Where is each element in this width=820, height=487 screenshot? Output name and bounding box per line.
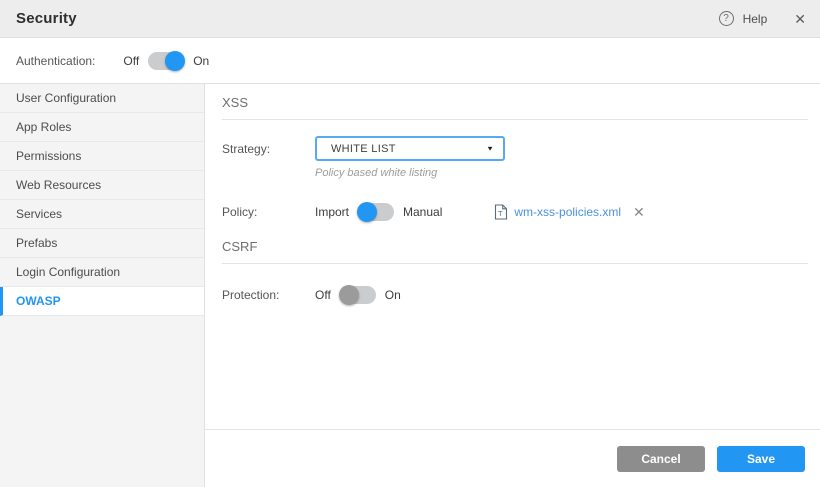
policy-label: Policy: bbox=[222, 205, 315, 219]
policy-toggle[interactable] bbox=[358, 203, 394, 221]
help-link[interactable]: Help bbox=[743, 12, 768, 26]
sidebar-item-user-configuration[interactable]: User Configuration bbox=[0, 84, 204, 113]
strategy-selected-value: WHITE LIST bbox=[331, 143, 396, 155]
authentication-toggle[interactable] bbox=[148, 52, 184, 70]
owasp-form: XSS Strategy: WHITE LIST ▼ Policy based … bbox=[205, 84, 820, 429]
protection-on-label: On bbox=[385, 288, 401, 302]
csrf-section-title: CSRF bbox=[222, 239, 808, 254]
sidebar-item-prefabs[interactable]: Prefabs bbox=[0, 229, 204, 258]
remove-file-icon[interactable]: ✕ bbox=[633, 205, 645, 219]
xml-file-icon: T bbox=[494, 204, 508, 220]
dialog-footer: Cancel Save bbox=[205, 429, 820, 487]
policy-file-group: T wm-xss-policies.xml ✕ bbox=[494, 204, 644, 220]
policy-manual-label: Manual bbox=[403, 205, 442, 219]
security-dialog: Security ? Help ✕ Authentication: Off On… bbox=[0, 0, 820, 487]
protection-off-label: Off bbox=[315, 288, 331, 302]
strategy-row: Strategy: WHITE LIST ▼ bbox=[222, 136, 808, 161]
sidebar-item-login-configuration[interactable]: Login Configuration bbox=[0, 258, 204, 287]
authentication-label: Authentication: bbox=[16, 54, 95, 68]
policy-import-label: Import bbox=[315, 205, 349, 219]
dialog-body: User Configuration App Roles Permissions… bbox=[0, 84, 820, 487]
protection-row: Protection: Off On bbox=[222, 286, 808, 304]
svg-text:T: T bbox=[498, 209, 503, 218]
owasp-panel: XSS Strategy: WHITE LIST ▼ Policy based … bbox=[205, 84, 820, 487]
policy-row: Policy: Import Manual T bbox=[222, 203, 808, 221]
protection-label: Protection: bbox=[222, 288, 315, 302]
protection-toggle[interactable] bbox=[340, 286, 376, 304]
chevron-down-icon: ▼ bbox=[486, 145, 494, 152]
strategy-label: Strategy: bbox=[222, 142, 315, 156]
policy-file-link[interactable]: wm-xss-policies.xml bbox=[514, 205, 621, 219]
page-title: Security bbox=[16, 10, 77, 27]
authentication-off-label: Off bbox=[123, 54, 139, 68]
authentication-on-label: On bbox=[193, 54, 209, 68]
close-icon[interactable]: ✕ bbox=[794, 12, 806, 26]
dialog-header: Security ? Help ✕ bbox=[0, 0, 820, 38]
sidebar-item-owasp[interactable]: OWASP bbox=[0, 287, 204, 316]
sidebar-item-services[interactable]: Services bbox=[0, 200, 204, 229]
toggle-knob bbox=[339, 285, 359, 305]
sidebar-item-app-roles[interactable]: App Roles bbox=[0, 113, 204, 142]
sidebar-item-web-resources[interactable]: Web Resources bbox=[0, 171, 204, 200]
save-button[interactable]: Save bbox=[717, 446, 805, 472]
xss-section-divider bbox=[222, 119, 808, 120]
toggle-knob bbox=[357, 202, 377, 222]
csrf-section-divider bbox=[222, 263, 808, 264]
help-icon[interactable]: ? bbox=[719, 11, 734, 26]
authentication-bar: Authentication: Off On bbox=[0, 38, 820, 84]
strategy-select[interactable]: WHITE LIST ▼ bbox=[315, 136, 505, 161]
xss-section-title: XSS bbox=[222, 95, 808, 110]
settings-sidebar: User Configuration App Roles Permissions… bbox=[0, 84, 205, 487]
sidebar-item-permissions[interactable]: Permissions bbox=[0, 142, 204, 171]
strategy-hint: Policy based white listing bbox=[315, 167, 808, 179]
toggle-knob bbox=[165, 51, 185, 71]
cancel-button[interactable]: Cancel bbox=[617, 446, 705, 472]
